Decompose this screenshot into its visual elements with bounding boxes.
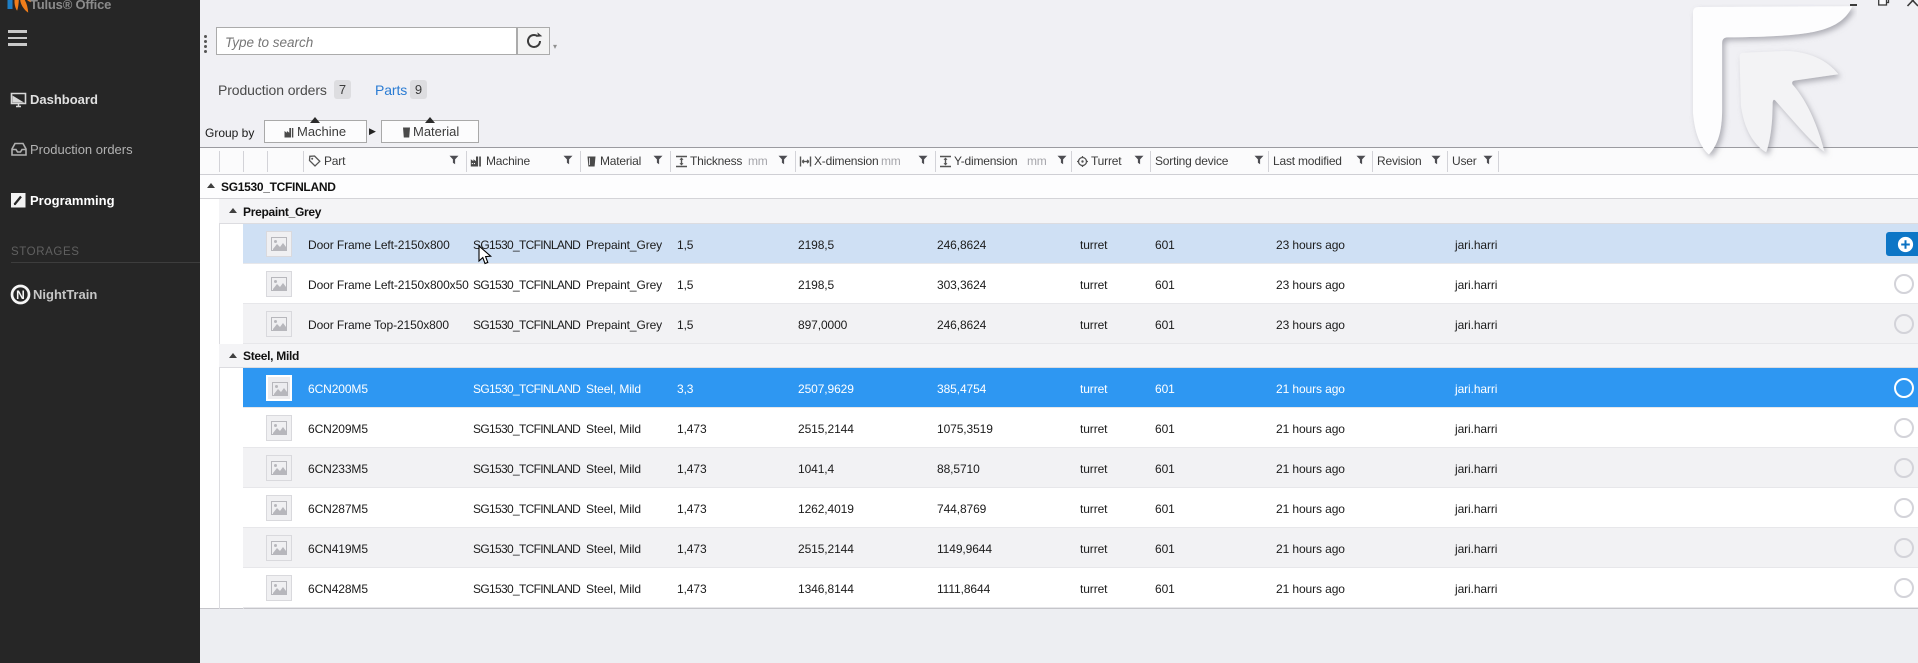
svg-text:N: N — [16, 288, 25, 302]
